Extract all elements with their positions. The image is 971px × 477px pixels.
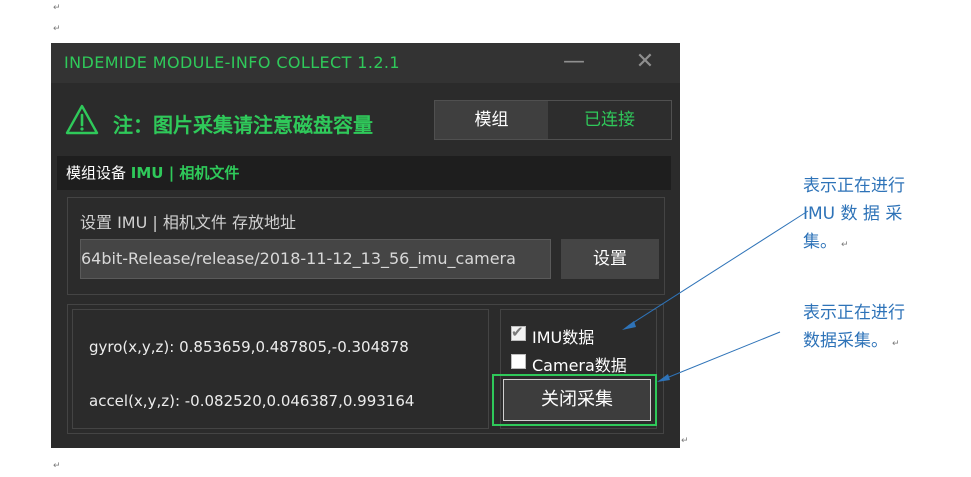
section-header: 模组设备 IMU | 相机文件 [57, 156, 671, 190]
section-title-highlight: IMU | 相机文件 [130, 164, 240, 182]
paragraph-mark: ↵ [892, 339, 900, 349]
disk-capacity-notice: 注：图片采集请注意磁盘容量 [113, 113, 373, 137]
paragraph-mark: ↵ [841, 240, 849, 250]
paragraph-mark: ↵ [53, 3, 61, 13]
camera-data-label: Camera数据 [532, 356, 627, 375]
module-label: 模组 [435, 101, 548, 139]
imu-data-label: IMU数据 [532, 328, 595, 347]
close-button[interactable]: ✕ [628, 47, 662, 79]
warning-triangle-icon [65, 104, 99, 135]
checkmark-icon: ✔ [511, 323, 524, 341]
section-title-prefix: 模组设备 [66, 164, 131, 182]
annotation-line: IMU 数 据 采 [803, 204, 903, 224]
paragraph-mark: ↵ [53, 461, 61, 471]
imu-data-checkbox[interactable]: ✔ [511, 323, 526, 341]
set-path-button[interactable]: 设置 [561, 239, 659, 279]
sensor-readout-box: gyro(x,y,z): 0.853659,0.487805,-0.304878… [72, 309, 489, 429]
connection-status: 已连接 [548, 101, 671, 139]
accel-readout: accel(x,y,z): -0.082520,0.046387,0.99316… [89, 392, 415, 410]
paragraph-mark: ↵ [53, 24, 61, 34]
annotation-line: 数据采集。 ↵ [803, 327, 933, 355]
imu-collecting-annotation: 表示正在进行 IMU 数 据 采 集。 ↵ [803, 172, 933, 256]
data-callout-arrow [663, 331, 781, 380]
annotation-line: 表示正在进行 [803, 303, 905, 323]
storage-path-input[interactable]: 64bit-Release/release/2018-11-12_13_56_i… [80, 239, 551, 279]
storage-path-panel: 设置 IMU | 相机文件 存放地址 64bit-Release/release… [67, 197, 665, 295]
paragraph-mark: ↵ [681, 436, 689, 446]
module-status-panel: 模组 已连接 [434, 100, 672, 140]
title-bar[interactable]: INDEMIDE MODULE-INFO COLLECT 1.2.1 — ✕ [51, 43, 680, 83]
annotation-text: 集。 [803, 232, 837, 252]
annotation-text: 数据采集。 [803, 331, 888, 351]
minimize-button[interactable]: — [557, 47, 591, 79]
stop-collection-button[interactable]: 关闭采集 [503, 379, 651, 421]
data-collecting-annotation: 表示正在进行 数据采集。 ↵ [803, 299, 933, 355]
annotation-line: 集。 ↵ [803, 228, 933, 256]
gyro-readout: gyro(x,y,z): 0.853659,0.487805,-0.304878 [89, 338, 409, 356]
storage-path-label: 设置 IMU | 相机文件 存放地址 [80, 213, 296, 232]
camera-data-checkbox[interactable] [511, 354, 526, 369]
annotation-line: 表示正在进行 [803, 176, 905, 196]
window-title: INDEMIDE MODULE-INFO COLLECT 1.2.1 [64, 53, 400, 72]
